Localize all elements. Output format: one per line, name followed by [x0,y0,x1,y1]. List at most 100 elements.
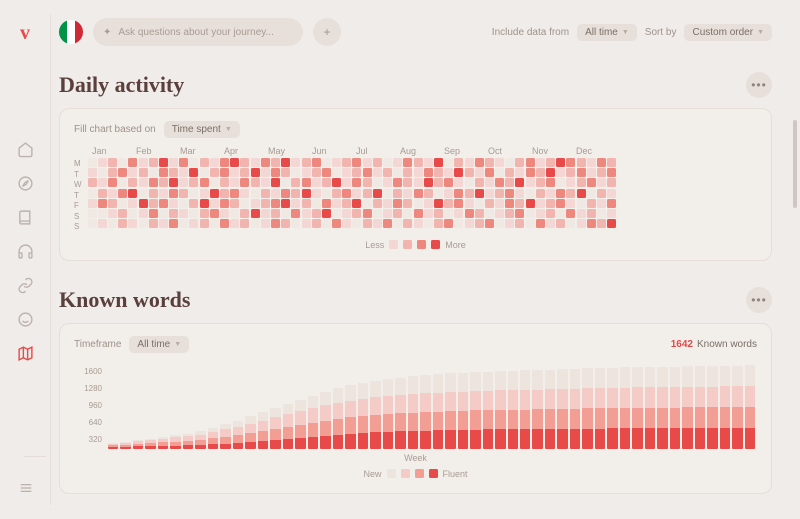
nav-link-icon[interactable] [14,274,36,296]
heatmap-cell[interactable] [383,219,392,228]
heatmap-cell[interactable] [505,209,514,218]
heatmap-cell[interactable] [220,189,229,198]
heatmap-cell[interactable] [465,168,474,177]
heatmap-cell[interactable] [251,199,260,208]
heatmap-cell[interactable] [495,158,504,167]
heatmap-cell[interactable] [485,158,494,167]
heatmap-cell[interactable] [322,189,331,198]
week-bar[interactable] [445,373,455,448]
week-bar[interactable] [645,367,655,449]
heatmap-cell[interactable] [159,178,168,187]
heatmap-cell[interactable] [373,158,382,167]
heatmap-cell[interactable] [505,158,514,167]
nav-compass-icon[interactable] [14,172,36,194]
heatmap-cell[interactable] [363,189,372,198]
heatmap-cell[interactable] [230,158,239,167]
week-bar[interactable] [408,376,418,448]
heatmap-cell[interactable] [98,209,107,218]
heatmap-cell[interactable] [485,168,494,177]
week-bar[interactable] [657,367,667,449]
heatmap-cell[interactable] [403,209,412,218]
heatmap-cell[interactable] [587,199,596,208]
heatmap-cell[interactable] [465,199,474,208]
heatmap-cell[interactable] [128,209,137,218]
heatmap-cell[interactable] [88,209,97,218]
search-input[interactable]: ✦ Ask questions about your journey... [93,18,303,46]
heatmap-cell[interactable] [128,189,137,198]
week-bar[interactable] [720,366,730,449]
heatmap-cell[interactable] [342,219,351,228]
heatmap-cell[interactable] [251,189,260,198]
heatmap-cell[interactable] [383,209,392,218]
heatmap-cell[interactable] [312,209,321,218]
heatmap-cell[interactable] [322,178,331,187]
heatmap-cell[interactable] [149,168,158,177]
heatmap-cell[interactable] [485,199,494,208]
heatmap-cell[interactable] [342,158,351,167]
heatmap-cell[interactable] [230,189,239,198]
week-bar[interactable] [470,372,480,448]
heatmap-cell[interactable] [149,199,158,208]
heatmap-cell[interactable] [210,219,219,228]
heatmap-cell[interactable] [322,158,331,167]
heatmap-cell[interactable] [210,168,219,177]
heatmap-cell[interactable] [169,158,178,167]
heatmap-cell[interactable] [465,158,474,167]
heatmap-cell[interactable] [230,209,239,218]
week-bar[interactable] [245,416,255,448]
heatmap-cell[interactable] [454,189,463,198]
heatmap-cell[interactable] [200,168,209,177]
heatmap-cell[interactable] [322,219,331,228]
week-bar[interactable] [220,424,230,448]
heatmap-cell[interactable] [312,178,321,187]
heatmap-cell[interactable] [128,178,137,187]
heatmap-cell[interactable] [475,158,484,167]
heatmap-cell[interactable] [424,209,433,218]
heatmap-cell[interactable] [200,178,209,187]
heatmap-cell[interactable] [505,189,514,198]
week-bar[interactable] [283,404,293,449]
heatmap-cell[interactable] [546,199,555,208]
include-dropdown[interactable]: All time▼ [577,24,637,41]
heatmap-cell[interactable] [536,168,545,177]
heatmap-cell[interactable] [414,219,423,228]
heatmap-cell[interactable] [312,189,321,198]
known-more-button[interactable]: ••• [746,287,772,313]
heatmap-cell[interactable] [342,189,351,198]
heatmap-cell[interactable] [128,219,137,228]
heatmap-cell[interactable] [271,189,280,198]
heatmap-cell[interactable] [108,199,117,208]
heatmap-cell[interactable] [169,168,178,177]
week-bar[interactable] [145,439,155,449]
heatmap-cell[interactable] [149,219,158,228]
nav-smile-icon[interactable] [14,308,36,330]
heatmap-cell[interactable] [414,178,423,187]
heatmap-cell[interactable] [342,178,351,187]
heatmap-cell[interactable] [118,209,127,218]
heatmap-cell[interactable] [454,199,463,208]
heatmap-cell[interactable] [342,209,351,218]
heatmap-cell[interactable] [515,168,524,177]
heatmap-cell[interactable] [505,219,514,228]
heatmap-cell[interactable] [240,168,249,177]
heatmap-cell[interactable] [363,219,372,228]
heatmap-cell[interactable] [169,219,178,228]
heatmap-cell[interactable] [302,178,311,187]
heatmap-cell[interactable] [220,178,229,187]
heatmap-cell[interactable] [556,199,565,208]
heatmap-cell[interactable] [261,158,270,167]
heatmap-cell[interactable] [98,168,107,177]
heatmap-cell[interactable] [383,199,392,208]
heatmap-cell[interactable] [281,178,290,187]
heatmap-cell[interactable] [475,199,484,208]
heatmap-cell[interactable] [414,209,423,218]
nav-map-icon[interactable] [14,342,36,364]
heatmap-cell[interactable] [556,189,565,198]
heatmap-cell[interactable] [220,158,229,167]
heatmap-cell[interactable] [281,199,290,208]
heatmap-cell[interactable] [189,168,198,177]
heatmap-cell[interactable] [261,189,270,198]
heatmap-cell[interactable] [577,168,586,177]
heatmap-cell[interactable] [393,219,402,228]
heatmap-cell[interactable] [546,168,555,177]
